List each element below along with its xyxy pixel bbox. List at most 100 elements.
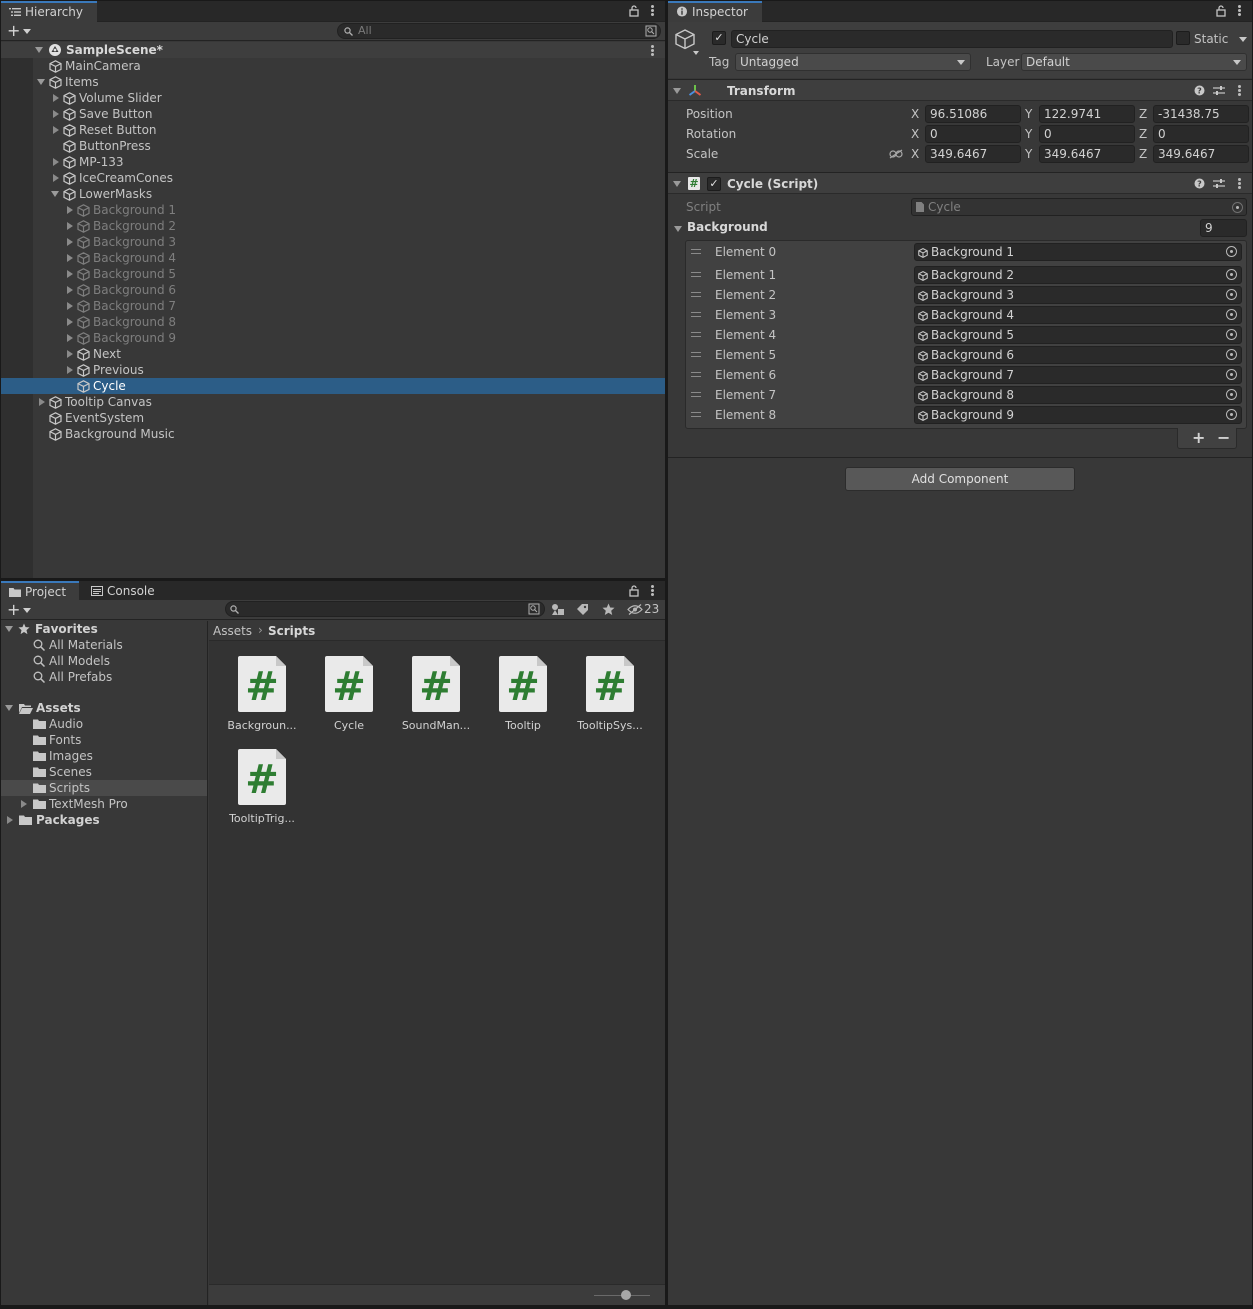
search-by-type-icon[interactable] xyxy=(528,603,540,615)
tab-hierarchy[interactable]: Hierarchy xyxy=(1,1,97,22)
axis-label[interactable]: Y xyxy=(1025,147,1032,161)
filter-by-label-icon[interactable] xyxy=(576,603,589,616)
hierarchy-item[interactable]: MainCamera xyxy=(1,58,665,74)
filter-by-type-icon[interactable] xyxy=(551,603,565,616)
drag-handle-icon[interactable] xyxy=(691,332,701,337)
expand-arrow-closed[interactable] xyxy=(67,206,73,214)
object-picker-icon[interactable] xyxy=(1226,269,1237,280)
object-reference-field[interactable]: Background 7 xyxy=(914,366,1242,384)
background-array-label[interactable]: Background xyxy=(687,220,768,234)
object-picker-icon[interactable] xyxy=(1226,369,1237,380)
static-dropdown-arrow[interactable] xyxy=(1239,37,1247,42)
axis-label[interactable]: X xyxy=(911,147,919,161)
packages-row[interactable]: Packages xyxy=(1,812,207,828)
drag-handle-icon[interactable] xyxy=(691,312,701,317)
hierarchy-item[interactable]: Background 2 xyxy=(1,218,665,234)
expand-arrow-closed[interactable] xyxy=(67,350,73,358)
expand-arrow-closed[interactable] xyxy=(53,174,59,182)
expand-arrow-closed[interactable] xyxy=(67,222,73,230)
hierarchy-item[interactable]: Cycle xyxy=(1,378,665,394)
constrain-proportions-icon[interactable] xyxy=(889,149,903,159)
expand-arrow-open[interactable] xyxy=(51,191,59,197)
scene-expand-arrow[interactable] xyxy=(35,47,43,53)
axis-label[interactable]: X xyxy=(911,127,919,141)
hierarchy-item[interactable]: MP-133 xyxy=(1,154,665,170)
hierarchy-item[interactable]: Previous xyxy=(1,362,665,378)
project-menu-icon[interactable] xyxy=(651,585,654,597)
hidden-eye-icon[interactable] xyxy=(627,604,643,615)
object-reference-field[interactable]: Background 1 xyxy=(914,243,1242,261)
transform-y-field[interactable]: 349.6467 xyxy=(1039,145,1135,163)
favorites-item[interactable]: All Models xyxy=(1,653,207,669)
breadcrumb-scripts[interactable]: Scripts xyxy=(268,624,315,638)
script-asset-icon[interactable]: # xyxy=(325,656,373,712)
transform-foldout-arrow[interactable] xyxy=(673,88,681,94)
expand-arrow-closed[interactable] xyxy=(53,110,59,118)
create-dropdown-button[interactable]: + xyxy=(7,22,32,40)
object-reference-field[interactable]: Background 2 xyxy=(914,266,1242,284)
favorites-item[interactable]: All Materials xyxy=(1,637,207,653)
scene-menu-icon[interactable] xyxy=(651,45,654,57)
object-picker-icon[interactable] xyxy=(1226,246,1237,257)
drag-handle-icon[interactable] xyxy=(691,272,701,277)
favorites-row[interactable]: Favorites xyxy=(1,621,207,637)
hierarchy-item[interactable]: LowerMasks xyxy=(1,186,665,202)
hierarchy-item[interactable]: Tooltip Canvas xyxy=(1,394,665,410)
script-asset-icon[interactable]: # xyxy=(499,656,547,712)
breadcrumb-assets[interactable]: Assets xyxy=(213,624,252,638)
drag-handle-icon[interactable] xyxy=(691,372,701,377)
object-picker-icon[interactable] xyxy=(1226,289,1237,300)
inspector-menu-icon[interactable] xyxy=(1238,5,1241,17)
script-enabled-checkbox[interactable]: ✓ xyxy=(707,177,721,191)
object-reference-field[interactable]: Background 8 xyxy=(914,386,1242,404)
expand-arrow-closed[interactable] xyxy=(67,334,73,342)
expand-arrow-closed[interactable] xyxy=(67,254,73,262)
object-reference-field[interactable]: Background 4 xyxy=(914,306,1242,324)
hierarchy-item[interactable]: Background 1 xyxy=(1,202,665,218)
transform-y-field[interactable]: 0 xyxy=(1039,125,1135,143)
expand-arrow-closed[interactable] xyxy=(21,800,27,808)
asset-folder-item[interactable]: Audio xyxy=(1,716,207,732)
favorites-expand-arrow[interactable] xyxy=(5,626,13,632)
expand-arrow-closed[interactable] xyxy=(53,158,59,166)
add-element-button[interactable]: + xyxy=(1192,428,1205,447)
drag-handle-icon[interactable] xyxy=(691,352,701,357)
tab-console[interactable]: Console xyxy=(83,581,163,602)
expand-arrow-closed[interactable] xyxy=(39,398,45,406)
object-picker-icon[interactable] xyxy=(1226,389,1237,400)
drag-handle-icon[interactable] xyxy=(691,292,701,297)
presets-icon[interactable] xyxy=(1213,178,1225,189)
hierarchy-item[interactable]: Background 8 xyxy=(1,314,665,330)
remove-element-button[interactable]: − xyxy=(1217,428,1230,447)
help-icon[interactable]: ? xyxy=(1194,178,1205,189)
active-checkbox[interactable]: ✓ xyxy=(712,31,726,45)
tab-project[interactable]: Project xyxy=(1,581,79,602)
transform-x-field[interactable]: 96.51086 xyxy=(925,105,1021,123)
asset-folder-item[interactable]: Images xyxy=(1,748,207,764)
hierarchy-item[interactable]: Next xyxy=(1,346,665,362)
axis-label[interactable]: Y xyxy=(1025,107,1032,121)
cycle-script-header[interactable]: # ✓ Cycle (Script) ? xyxy=(668,172,1252,194)
expand-arrow-open[interactable] xyxy=(37,79,45,85)
add-component-button[interactable]: Add Component xyxy=(845,467,1075,491)
icon-size-slider-thumb[interactable] xyxy=(621,1290,631,1300)
static-checkbox[interactable] xyxy=(1176,31,1190,45)
hierarchy-item[interactable]: Background 5 xyxy=(1,266,665,282)
favorites-item[interactable]: All Prefabs xyxy=(1,669,207,685)
scene-row[interactable]: SampleScene* xyxy=(1,42,665,58)
object-reference-field[interactable]: Background 5 xyxy=(914,326,1242,344)
script-asset-icon[interactable]: # xyxy=(238,656,286,712)
asset-folder-item[interactable]: TextMesh Pro xyxy=(1,796,207,812)
lock-icon[interactable] xyxy=(1216,5,1226,17)
hierarchy-item[interactable]: Reset Button xyxy=(1,122,665,138)
hierarchy-item[interactable]: Volume Slider xyxy=(1,90,665,106)
icon-dropdown-arrow[interactable] xyxy=(693,51,699,55)
assets-expand-arrow[interactable] xyxy=(5,705,13,711)
expand-arrow-closed[interactable] xyxy=(67,238,73,246)
object-reference-field[interactable]: Background 6 xyxy=(914,346,1242,364)
object-picker-icon[interactable] xyxy=(1226,349,1237,360)
array-size-input[interactable]: 9 xyxy=(1200,219,1247,237)
axis-label[interactable]: Z xyxy=(1139,127,1147,141)
script-asset-icon[interactable]: # xyxy=(238,749,286,805)
axis-label[interactable]: X xyxy=(911,107,919,121)
